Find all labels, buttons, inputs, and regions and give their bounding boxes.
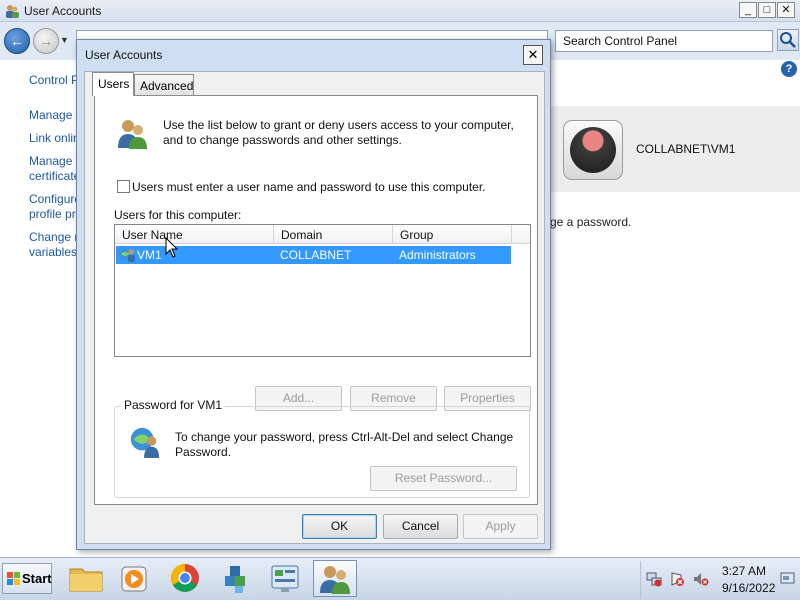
search-icon (780, 32, 796, 48)
back-button[interactable]: ← (4, 28, 30, 54)
network-icon[interactable] (646, 571, 662, 587)
close-button[interactable]: ✕ (777, 2, 795, 18)
user-accounts-icon (320, 566, 350, 594)
password-user-icon (130, 427, 160, 458)
minimize-button[interactable]: _ (739, 2, 757, 18)
maximize-button[interactable]: □ (758, 2, 776, 18)
user-accounts-dialog: User Accounts ✕ Users Advanced Use the l… (76, 39, 551, 550)
change-password-link[interactable]: ge a password. (550, 215, 631, 229)
sidebar-link-link-online-ids[interactable]: Link online IDs (29, 131, 77, 145)
ok-button[interactable]: OK (302, 514, 377, 539)
sidebar-link-manage-encryption[interactable]: Manage your file encryption (29, 154, 77, 168)
clock-time[interactable]: 3:27 AM (722, 564, 766, 578)
control-panel-icon (271, 565, 299, 592)
users-list-label: Users for this computer: (114, 208, 242, 222)
sidebar-link-manage-encryption-2[interactable]: certificates (29, 169, 77, 183)
require-password-label[interactable]: Users must enter a user name and passwor… (132, 180, 486, 194)
show-desktop-icon[interactable] (780, 570, 796, 586)
taskbar-user-accounts[interactable] (313, 560, 357, 597)
chrome-icon (171, 564, 199, 592)
dialog-title: User Accounts (85, 48, 163, 62)
password-instructions: To change your password, press Ctrl-Alt-… (175, 430, 514, 459)
row-user-name: VM1 (137, 248, 162, 262)
sidebar-link-configure-profile-2[interactable]: profile properties (29, 207, 77, 221)
start-label: Start (22, 571, 52, 586)
row-domain: COLLABNET (280, 248, 352, 262)
column-domain[interactable]: Domain (274, 225, 393, 244)
user-icon (119, 248, 135, 262)
users-tab-page: Use the list below to grant or deny user… (94, 95, 538, 505)
windows-logo-icon (7, 572, 20, 585)
reset-password-button[interactable]: Reset Password... (370, 466, 517, 491)
dialog-client-area: Users Advanced Use the list below to gra… (84, 71, 545, 544)
folder-icon (69, 568, 103, 592)
search-button[interactable] (777, 29, 799, 51)
tab-users[interactable]: Users (92, 72, 134, 96)
intro-text: Use the list below to grant or deny user… (163, 118, 514, 147)
taskbar-chrome[interactable] (163, 560, 207, 597)
search-input[interactable]: Search Control Panel (555, 30, 773, 52)
sidebar-link-manage-credentials[interactable]: Manage your credentials (29, 108, 77, 122)
volume-muted-icon[interactable] (693, 571, 709, 587)
column-group[interactable]: Group (393, 225, 512, 244)
password-group-label: Password for VM1 (121, 398, 226, 412)
sidebar-link-environment-variables[interactable]: Change my environment (29, 230, 77, 244)
account-picture (563, 120, 623, 180)
media-player-icon (121, 566, 147, 592)
users-icon (118, 120, 147, 149)
action-center-icon[interactable] (669, 571, 685, 587)
taskbar-media-player[interactable] (112, 560, 156, 597)
taskbar-file-explorer[interactable] (64, 560, 108, 597)
user-accounts-icon (6, 5, 19, 18)
window-titlebar: User Accounts _ □ ✕ (0, 0, 800, 22)
tab-advanced[interactable]: Advanced (134, 74, 194, 96)
system-tray (640, 561, 800, 599)
help-icon[interactable]: ? (781, 61, 797, 77)
apply-button[interactable]: Apply (463, 514, 538, 539)
dialog-close-button[interactable]: ✕ (523, 45, 543, 65)
sidebar-link-environment-variables-2[interactable]: variables (29, 245, 77, 259)
forward-button[interactable]: → (33, 28, 59, 54)
recent-pages-dropdown[interactable]: ▼ (60, 35, 69, 45)
mouse-cursor-icon (165, 237, 179, 258)
sidebar-link-configure-profile[interactable]: Configure advanced user (29, 192, 77, 206)
row-group: Administrators (399, 248, 476, 262)
require-password-checkbox[interactable] (117, 180, 130, 193)
clock-date[interactable]: 9/16/2022 (722, 581, 775, 595)
cancel-button[interactable]: Cancel (383, 514, 458, 539)
taskbar-control-panel[interactable] (263, 560, 307, 597)
account-name: COLLABNET\VM1 (636, 142, 736, 156)
window-title: User Accounts (24, 4, 102, 18)
start-button[interactable]: Start (2, 563, 52, 594)
taskbar-cubes-app[interactable] (213, 560, 257, 597)
sidebar-link-control-panel-home[interactable]: Control Panel Home (29, 73, 77, 87)
column-user-name[interactable]: User Name (115, 225, 274, 244)
cubes-app-icon (225, 566, 245, 593)
